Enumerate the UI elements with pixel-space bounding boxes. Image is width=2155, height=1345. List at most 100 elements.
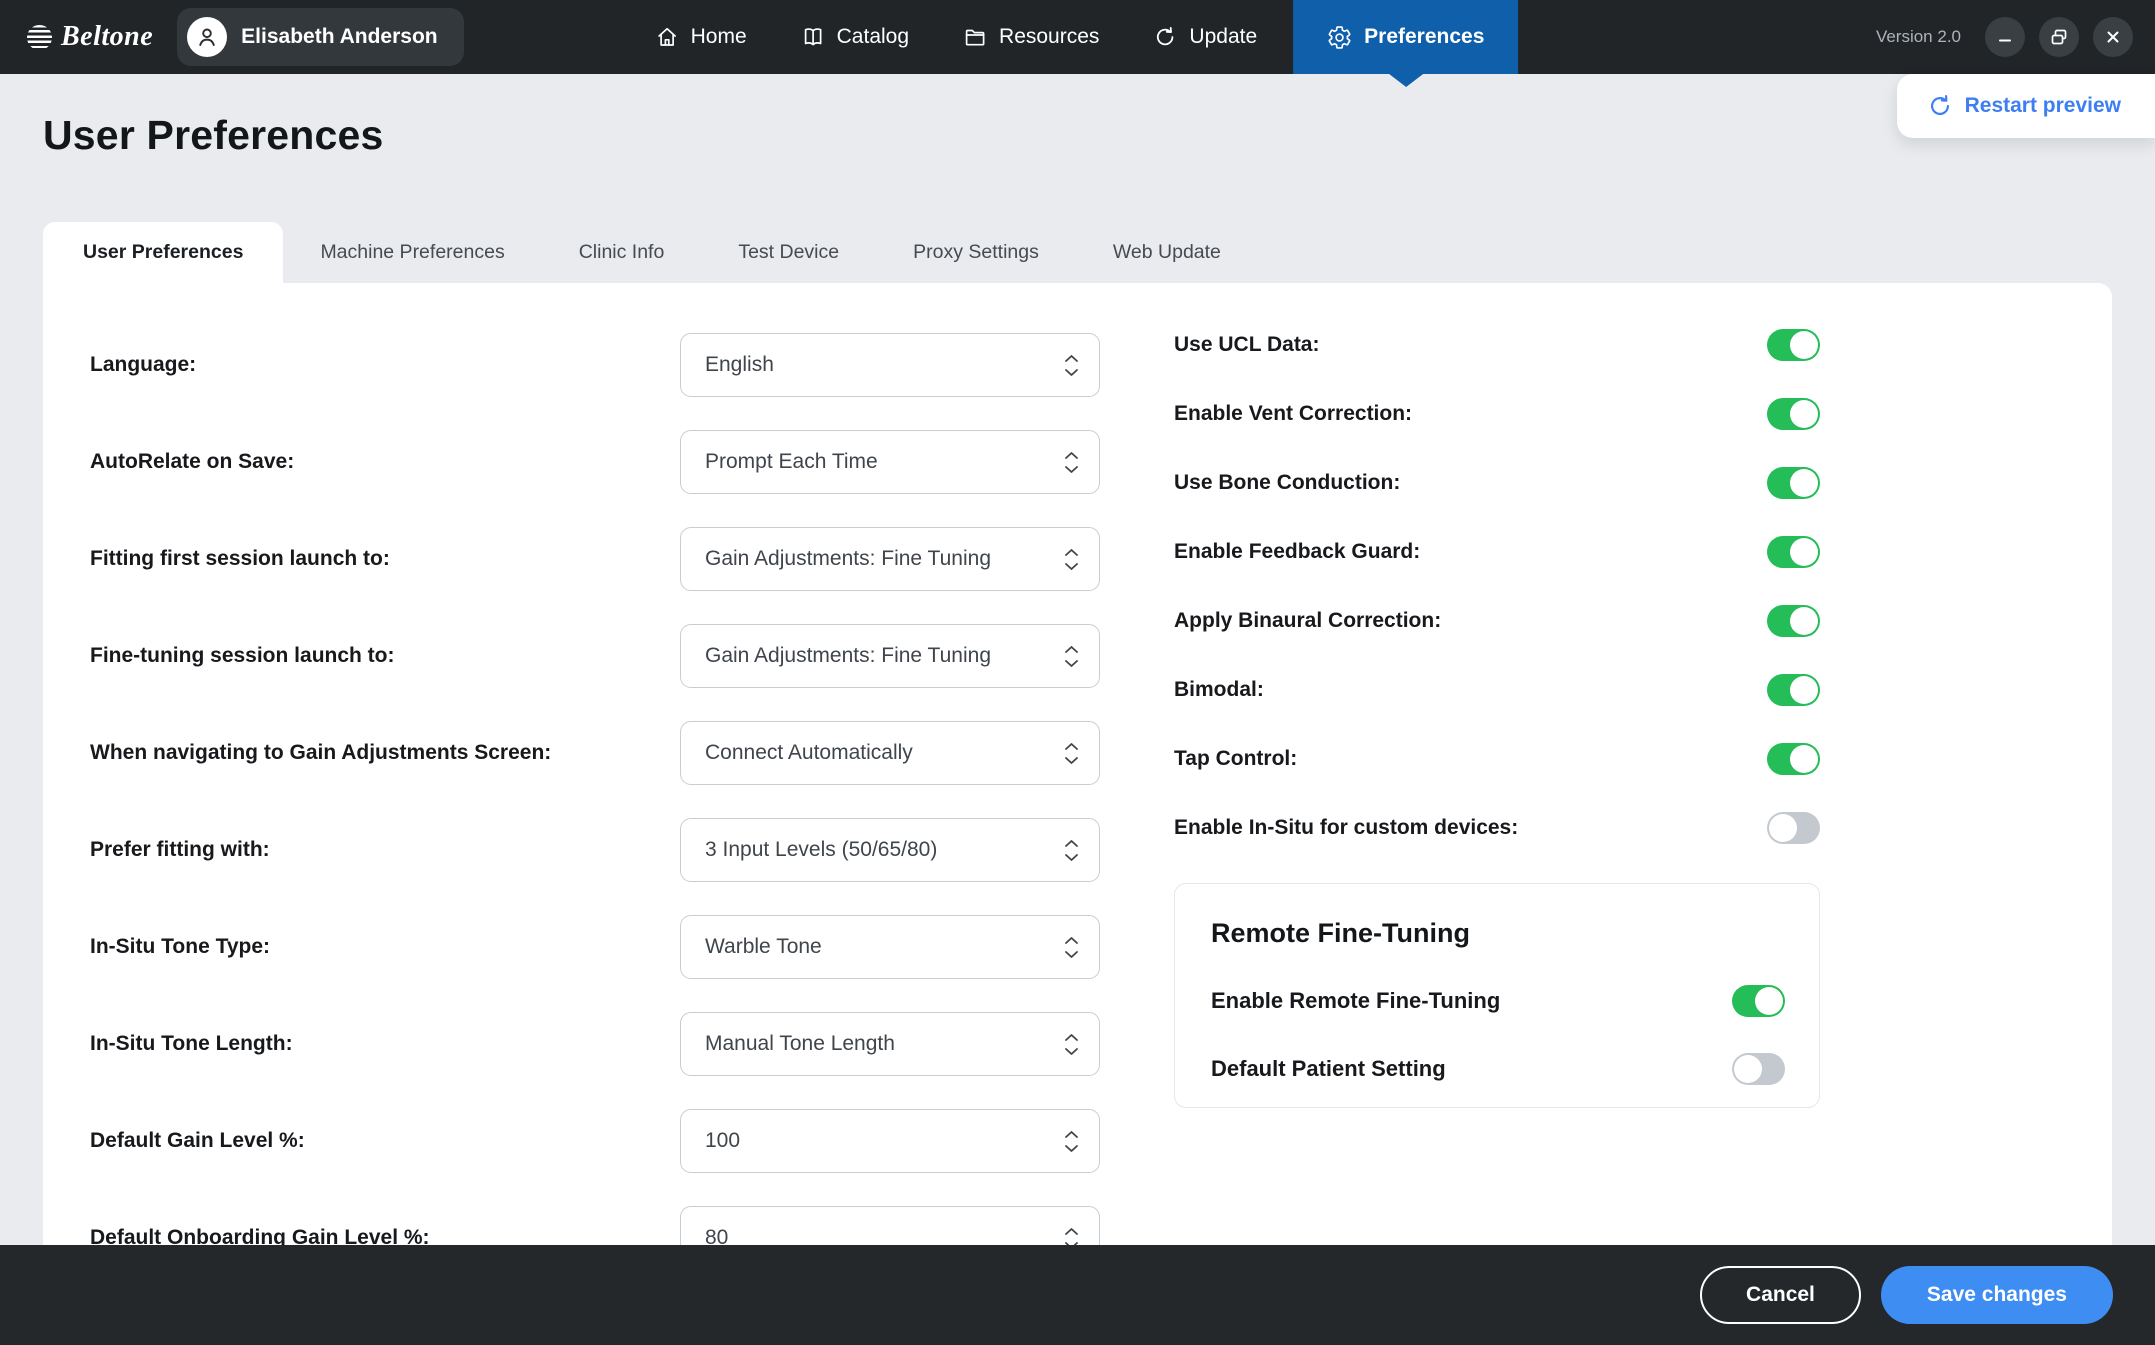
- field-label: Fitting first session launch to:: [90, 547, 680, 571]
- nav-home[interactable]: Home: [637, 0, 765, 74]
- chevron-up-down-icon: [1064, 1130, 1079, 1153]
- footer-bar: Cancel Save changes: [0, 1245, 2155, 1345]
- tone-type-select[interactable]: Warble Tone: [680, 915, 1100, 979]
- fine-tuning-session-select[interactable]: Gain Adjustments: Fine Tuning: [680, 624, 1100, 688]
- toggle-knob: [1790, 538, 1818, 566]
- field-label: In-Situ Tone Length:: [90, 1032, 680, 1056]
- chevron-up-down-icon: [1064, 548, 1079, 571]
- chevron-up-down-icon: [1064, 742, 1079, 765]
- field-label: Language:: [90, 353, 680, 377]
- toggle-row-ucl-data: Use UCL Data:: [1174, 329, 1820, 361]
- nav-preferences[interactable]: Preferences: [1293, 0, 1518, 74]
- remote-card-title: Remote Fine-Tuning: [1211, 918, 1785, 949]
- toggle-row-enable-remote: Enable Remote Fine-Tuning: [1211, 985, 1785, 1017]
- toggle-label: Bimodal:: [1174, 678, 1767, 702]
- toggle-label: Enable In-Situ for custom devices:: [1174, 816, 1767, 840]
- nav-label: Home: [691, 25, 747, 49]
- vent-correction-toggle[interactable]: [1767, 398, 1820, 430]
- gear-icon: [1327, 25, 1352, 50]
- select-value: Gain Adjustments: Fine Tuning: [705, 644, 1064, 668]
- toggle-label: Use UCL Data:: [1174, 333, 1767, 357]
- first-session-select[interactable]: Gain Adjustments: Fine Tuning: [680, 527, 1100, 591]
- gain-navigation-select[interactable]: Connect Automatically: [680, 721, 1100, 785]
- select-value: 100: [705, 1129, 1064, 1153]
- top-bar: Beltone Elisabeth Anderson Home: [0, 0, 2155, 74]
- refresh-icon: [1153, 25, 1177, 49]
- avatar: [187, 17, 227, 57]
- toggle-row-default-patient: Default Patient Setting: [1211, 1053, 1785, 1085]
- field-label: AutoRelate on Save:: [90, 450, 680, 474]
- form-row-language: Language: English: [90, 333, 1100, 397]
- toggle-row-bimodal: Bimodal:: [1174, 674, 1820, 706]
- toggle-knob: [1734, 1055, 1762, 1083]
- refresh-icon: [1927, 93, 1953, 119]
- form-row-tone-length: In-Situ Tone Length: Manual Tone Length: [90, 1012, 1100, 1076]
- home-icon: [655, 25, 679, 49]
- toggle-knob: [1790, 745, 1818, 773]
- restart-preview-button[interactable]: Restart preview: [1897, 74, 2155, 138]
- tab-test-device[interactable]: Test Device: [701, 222, 876, 283]
- book-icon: [801, 25, 825, 49]
- ucl-data-toggle[interactable]: [1767, 329, 1820, 361]
- select-value: Warble Tone: [705, 935, 1064, 959]
- chevron-up-down-icon: [1064, 451, 1079, 474]
- bone-conduction-toggle[interactable]: [1767, 467, 1820, 499]
- tab-machine-preferences[interactable]: Machine Preferences: [283, 222, 541, 283]
- close-button[interactable]: [2093, 17, 2133, 57]
- field-label: When navigating to Gain Adjustments Scre…: [90, 741, 680, 765]
- tab-clinic-info[interactable]: Clinic Info: [542, 222, 702, 283]
- toggle-column: Use UCL Data: Enable Vent Correction: Us…: [1174, 329, 1820, 844]
- tab-web-update[interactable]: Web Update: [1076, 222, 1258, 283]
- cancel-button[interactable]: Cancel: [1700, 1266, 1861, 1324]
- tone-length-select[interactable]: Manual Tone Length: [680, 1012, 1100, 1076]
- chevron-up-down-icon: [1064, 1033, 1079, 1056]
- chevron-up-down-icon: [1064, 645, 1079, 668]
- field-label: Fine-tuning session launch to:: [90, 644, 680, 668]
- tab-user-preferences[interactable]: User Preferences: [43, 222, 283, 283]
- nav-label: Preferences: [1364, 25, 1484, 49]
- select-value: English: [705, 353, 1064, 377]
- default-gain-stepper[interactable]: 100: [680, 1109, 1100, 1173]
- save-changes-button[interactable]: Save changes: [1881, 1266, 2113, 1324]
- field-label: Default Gain Level %:: [90, 1129, 680, 1153]
- nav-update[interactable]: Update: [1135, 0, 1275, 74]
- restart-preview-label: Restart preview: [1965, 94, 2121, 118]
- brand-wordmark: Beltone: [61, 21, 153, 53]
- toggle-knob: [1790, 607, 1818, 635]
- toggle-knob: [1790, 676, 1818, 704]
- nav-catalog[interactable]: Catalog: [783, 0, 927, 74]
- toggle-label: Enable Vent Correction:: [1174, 402, 1767, 426]
- toggle-knob: [1755, 987, 1783, 1015]
- tab-proxy-settings[interactable]: Proxy Settings: [876, 222, 1076, 283]
- feedback-guard-toggle[interactable]: [1767, 536, 1820, 568]
- default-patient-toggle[interactable]: [1732, 1053, 1785, 1085]
- tap-control-toggle[interactable]: [1767, 743, 1820, 775]
- binaural-correction-toggle[interactable]: [1767, 605, 1820, 637]
- language-select[interactable]: English: [680, 333, 1100, 397]
- form-row-default-gain: Default Gain Level %: 100: [90, 1109, 1100, 1173]
- field-label: Prefer fitting with:: [90, 838, 680, 862]
- toggle-knob: [1790, 400, 1818, 428]
- restore-button[interactable]: [2039, 17, 2079, 57]
- toggle-label: Use Bone Conduction:: [1174, 471, 1767, 495]
- toggle-row-vent-correction: Enable Vent Correction:: [1174, 398, 1820, 430]
- form-row-prefer-fitting: Prefer fitting with: 3 Input Levels (50/…: [90, 818, 1100, 882]
- page-title: User Preferences: [43, 112, 384, 159]
- topbar-right: Version 2.0: [1876, 17, 2133, 57]
- toggle-label: Enable Remote Fine-Tuning: [1211, 988, 1732, 1014]
- enable-remote-toggle[interactable]: [1732, 985, 1785, 1017]
- toggle-row-insitu-custom: Enable In-Situ for custom devices:: [1174, 812, 1820, 844]
- nav-resources[interactable]: Resources: [945, 0, 1117, 74]
- beltone-globe-icon: [26, 24, 53, 51]
- bimodal-toggle[interactable]: [1767, 674, 1820, 706]
- autorelate-select[interactable]: Prompt Each Time: [680, 430, 1100, 494]
- toggle-label: Apply Binaural Correction:: [1174, 609, 1767, 633]
- chevron-up-down-icon: [1064, 936, 1079, 959]
- minimize-button[interactable]: [1985, 17, 2025, 57]
- insitu-custom-toggle[interactable]: [1767, 812, 1820, 844]
- remote-fine-tuning-card: Remote Fine-Tuning Enable Remote Fine-Tu…: [1174, 883, 1820, 1108]
- user-chip[interactable]: Elisabeth Anderson: [177, 8, 463, 66]
- select-value: 3 Input Levels (50/65/80): [705, 838, 1064, 862]
- prefer-fitting-select[interactable]: 3 Input Levels (50/65/80): [680, 818, 1100, 882]
- toggle-row-tap-control: Tap Control:: [1174, 743, 1820, 775]
